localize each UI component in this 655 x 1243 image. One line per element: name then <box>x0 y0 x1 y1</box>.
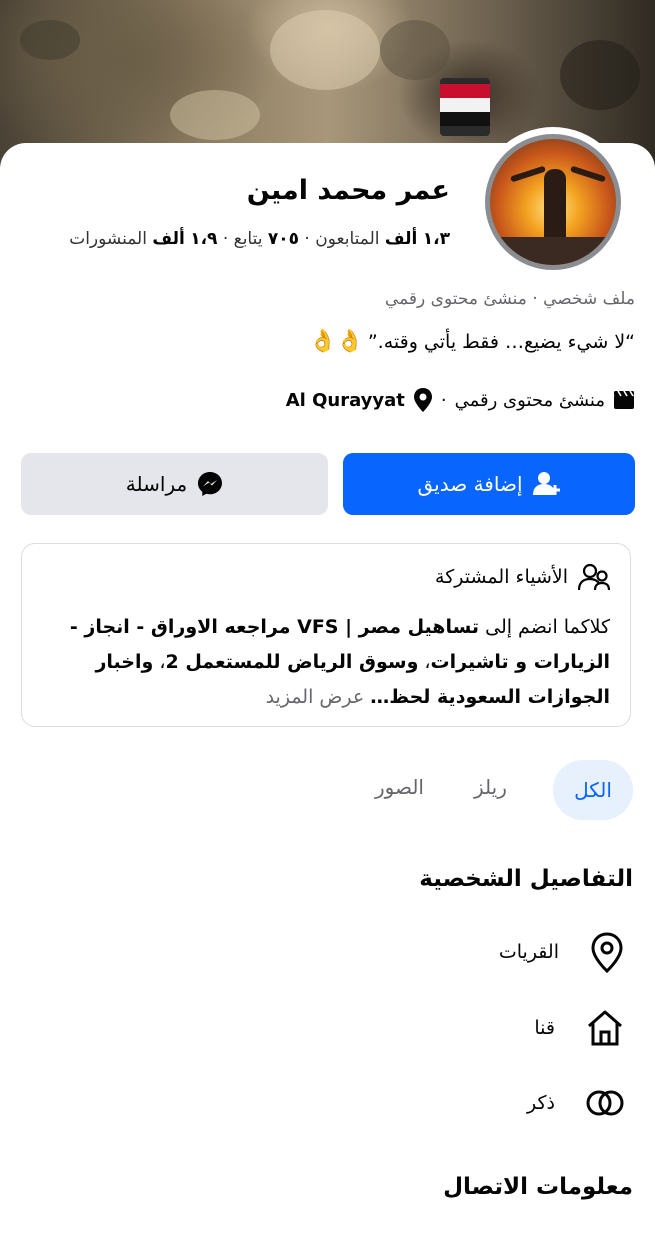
add-friend-button[interactable]: إضافة صديق <box>343 453 635 515</box>
mutual-description: كلاكما انضم إلى تساهيل مصر | VFS مراجعه … <box>35 610 610 715</box>
city-value[interactable]: القريات <box>499 941 559 963</box>
gender-value: ذكر <box>527 1092 555 1114</box>
see-more-link[interactable]: عرض المزيد <box>266 686 371 708</box>
meta-location[interactable]: Al Qurayyat <box>286 390 405 411</box>
posts-unit: ألف <box>152 229 185 249</box>
message-button[interactable]: مراسلة <box>21 453 328 515</box>
posts-count: ١،٩ <box>190 229 218 249</box>
detail-city: القريات <box>499 931 625 973</box>
personal-details-title: التفاصيل الشخصية <box>419 866 633 892</box>
meta-role: منشئ محتوى رقمي <box>454 389 605 411</box>
mutual-group-2[interactable]: وسوق الرياض للمستعمل 2 <box>165 651 418 673</box>
avatar-image <box>485 134 621 270</box>
ok-hand-emoji: 👌👌 <box>309 329 364 354</box>
add-friend-label: إضافة صديق <box>417 472 523 496</box>
tab-photos[interactable]: الصور <box>375 775 424 799</box>
detail-hometown: قنا <box>534 1008 625 1048</box>
mutual-title: الأشياء المشتركة <box>435 566 568 588</box>
home-icon <box>588 1010 622 1046</box>
location-pin-icon <box>591 932 623 973</box>
followers-count: ١،٣ <box>422 229 450 249</box>
following-count: ٧٠٥ <box>267 229 300 249</box>
message-label: مراسلة <box>125 472 188 496</box>
profile-meta: منشئ محتوى رقمي · Al Qurayyat <box>286 388 635 412</box>
contact-info-title: معلومات الاتصال <box>443 1174 633 1200</box>
people-icon <box>578 563 610 591</box>
mutual-sep: ، <box>153 651 166 673</box>
add-friend-icon <box>532 472 560 495</box>
gender-icon <box>586 1090 624 1116</box>
followers-label: المتابعون <box>315 229 380 249</box>
messenger-icon <box>198 472 223 496</box>
meta-dot: · <box>440 389 447 411</box>
mutual-header: الأشياء المشتركة <box>435 562 610 592</box>
profile-name: عمر محمد امين <box>246 175 450 206</box>
posts-label: المنشورات <box>69 229 147 249</box>
clapperboard-icon <box>614 390 634 409</box>
stats-dot: · <box>299 229 310 249</box>
stats-dot: · <box>217 229 229 249</box>
followers-unit: ألف <box>384 229 418 249</box>
detail-gender: ذكر <box>527 1087 625 1119</box>
tab-all[interactable]: الكل <box>553 760 633 820</box>
mutual-prefix: كلاكما انضم إلى <box>479 616 610 638</box>
location-pin-icon <box>413 388 432 412</box>
flag-patch <box>440 78 490 136</box>
profile-avatar[interactable] <box>478 127 628 277</box>
mutual-things-card[interactable]: الأشياء المشتركة كلاكما انضم إلى تساهيل … <box>21 543 631 727</box>
profile-bio: “لا شيء يضيع… فقط يأتي وقته.” 👌👌 <box>309 329 635 354</box>
profile-category: ملف شخصي · منشئ محتوى رقمي <box>384 289 635 309</box>
bio-text: “لا شيء يضيع… فقط يأتي وقته.” <box>367 330 635 353</box>
following-label: يتابع <box>233 229 263 249</box>
mutual-sep: ، <box>418 651 431 673</box>
profile-stats[interactable]: ١،٣ ألف المتابعون · ٧٠٥ يتابع · ١،٩ ألف … <box>69 229 450 249</box>
tab-reels[interactable]: ريلز <box>474 775 507 799</box>
hometown-value[interactable]: قنا <box>534 1017 555 1039</box>
